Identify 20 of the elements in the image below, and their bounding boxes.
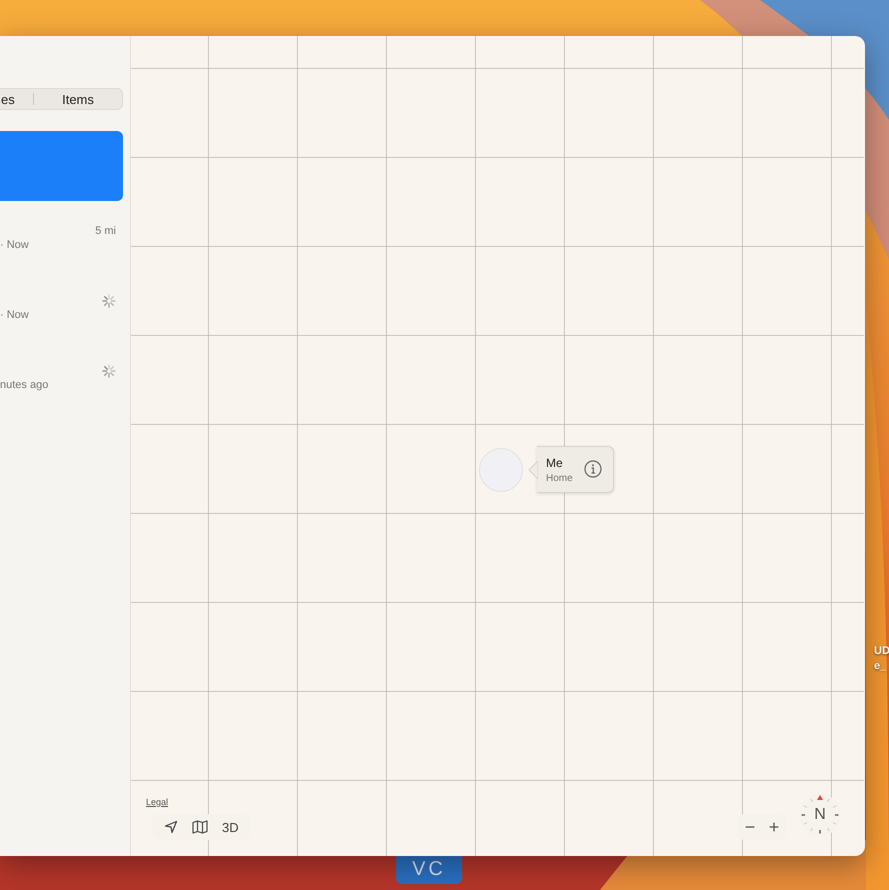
- info-icon[interactable]: [584, 460, 602, 478]
- callout-tail-icon: [528, 460, 538, 478]
- pin-title: Me: [546, 456, 564, 470]
- file-label: e_: [874, 659, 888, 674]
- legal-link[interactable]: Legal: [146, 797, 168, 807]
- map-icon[interactable]: [192, 820, 208, 834]
- zoom-out-button[interactable]: −: [740, 816, 760, 838]
- segment-tab[interactable]: es: [0, 89, 33, 109]
- compass-dial-icon: [799, 794, 841, 836]
- row-subtitle: · Now: [0, 309, 30, 321]
- row-subtitle: · Now: [0, 239, 30, 251]
- 3d-button[interactable]: 3D: [222, 820, 239, 834]
- file-label: UD: [874, 644, 889, 659]
- zoom-in-button[interactable]: +: [764, 816, 784, 838]
- row-subtitle: nutes ago: [0, 379, 50, 391]
- segment-tab[interactable]: Items: [34, 89, 122, 109]
- location-arrow-icon[interactable]: [164, 820, 178, 834]
- pin-subtitle: Home: [546, 472, 573, 484]
- app-icon[interactable]: VC: [396, 856, 462, 884]
- distance-label: 5 mi: [95, 224, 116, 236]
